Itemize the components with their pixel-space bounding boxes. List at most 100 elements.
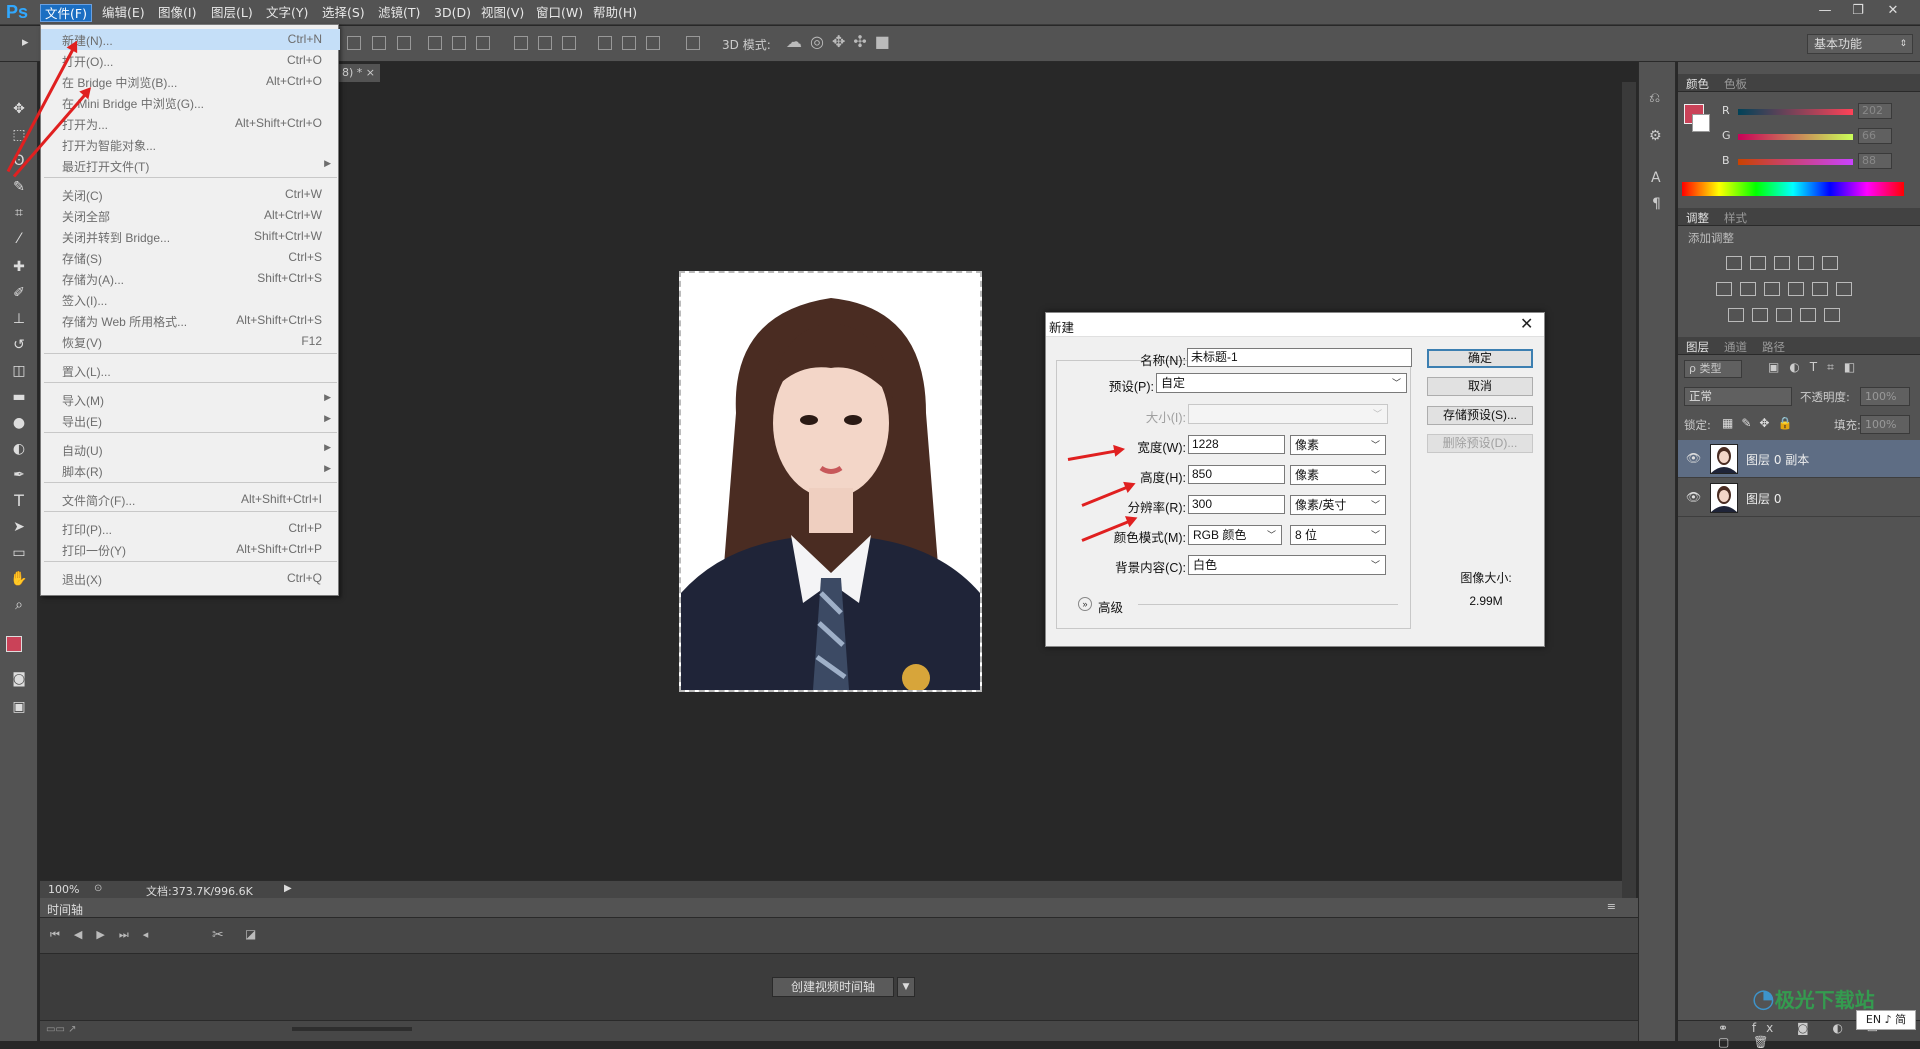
distribute-icon[interactable]	[562, 36, 576, 50]
screen-mode-icon[interactable]: ▣	[6, 696, 32, 718]
tab-styles[interactable]: 样式	[1724, 210, 1747, 226]
visibility-eye-icon[interactable]: 👁	[1686, 490, 1701, 504]
height-input[interactable]: 850	[1188, 465, 1285, 484]
align-icon[interactable]	[397, 36, 411, 50]
eraser-tool-icon[interactable]: ◫	[6, 360, 32, 382]
resolution-unit-select[interactable]: 像素/英寸 ﹀	[1290, 495, 1386, 515]
history-icon[interactable]: ⎌	[1649, 90, 1660, 106]
type-tool-icon[interactable]: T	[6, 490, 32, 512]
g-slider[interactable]	[1738, 134, 1853, 140]
align-icon[interactable]	[476, 36, 490, 50]
ime-indicator[interactable]: EN ♪ 简	[1856, 1010, 1916, 1030]
b-value[interactable]: 88	[1858, 153, 1892, 169]
cancel-button[interactable]: 取消	[1427, 377, 1533, 396]
distribute-icon[interactable]	[514, 36, 528, 50]
save-preset-button[interactable]: 存储预设(S)...	[1427, 406, 1533, 425]
hand-tool-icon[interactable]: ✋	[6, 568, 32, 590]
curves-icon[interactable]	[1774, 256, 1790, 270]
color-lookup-icon[interactable]	[1836, 282, 1852, 296]
posterize-icon[interactable]	[1752, 308, 1768, 322]
layer-row[interactable]: 👁 图层 0	[1678, 479, 1920, 517]
properties-icon[interactable]: ⚙	[1649, 128, 1662, 144]
file-menu-item[interactable]: 自动(U) ▶	[41, 439, 340, 460]
distribute-icon[interactable]	[622, 36, 636, 50]
opacity-input[interactable]: 100%	[1860, 387, 1910, 406]
advanced-expand-icon[interactable]: »	[1078, 597, 1092, 611]
selective-color-icon[interactable]	[1800, 308, 1816, 322]
menu-0[interactable]: 文件(F)	[40, 4, 92, 22]
auto-align-icon[interactable]	[686, 36, 700, 50]
b-slider[interactable]	[1738, 159, 1853, 165]
move-tool-icon[interactable]: ✥	[6, 98, 32, 120]
minimize-button[interactable]: —	[1812, 1, 1838, 21]
threshold-icon[interactable]	[1776, 308, 1792, 322]
foreground-color-swatch[interactable]	[6, 636, 22, 652]
file-menu-item[interactable]: 关闭并转到 Bridge... Shift+Ctrl+W	[41, 226, 340, 247]
file-menu-item[interactable]: 关闭(C) Ctrl+W	[41, 184, 340, 205]
file-menu-item[interactable]: 打印(P)... Ctrl+P	[41, 518, 340, 539]
file-menu-item[interactable]: 打开为智能对象...	[41, 134, 340, 155]
color-mode-select[interactable]: RGB 颜色 ﹀	[1188, 525, 1282, 545]
menu-8[interactable]: 视图(V)	[477, 4, 528, 22]
menu-5[interactable]: 选择(S)	[318, 4, 369, 22]
blend-mode-select[interactable]: 正常	[1684, 387, 1792, 406]
file-menu-item[interactable]: 脚本(R) ▶	[41, 460, 340, 481]
brightness-icon[interactable]	[1726, 256, 1742, 270]
layer-row[interactable]: 👁 图层 0 副本	[1678, 440, 1920, 478]
height-unit-select[interactable]: 像素 ﹀	[1290, 465, 1386, 485]
history-brush-tool-icon[interactable]: ↺	[6, 334, 32, 356]
distribute-icon[interactable]	[598, 36, 612, 50]
file-menu-item[interactable]: 恢复(V) F12	[41, 331, 340, 352]
file-menu-item[interactable]: 签入(I)...	[41, 289, 340, 310]
dialog-close-icon[interactable]: ✕	[1520, 314, 1533, 334]
file-menu-item[interactable]: 存储(S) Ctrl+S	[41, 247, 340, 268]
character-icon[interactable]: A	[1651, 170, 1661, 186]
r-value[interactable]: 202	[1858, 103, 1892, 119]
channel-mixer-icon[interactable]	[1812, 282, 1828, 296]
close-window-button[interactable]: ✕	[1880, 1, 1906, 21]
frame-icon[interactable]: ▭▭ ↗	[46, 1024, 76, 1035]
clone-stamp-tool-icon[interactable]: ⊥	[6, 308, 32, 330]
workspace-select[interactable]: 基本功能 ⇕	[1807, 34, 1913, 54]
menu-4[interactable]: 文字(Y)	[262, 4, 312, 22]
g-value[interactable]: 66	[1858, 128, 1892, 144]
tab-channels[interactable]: 通道	[1724, 339, 1747, 355]
file-menu-item[interactable]: 导入(M) ▶	[41, 389, 340, 410]
panel-menu-icon[interactable]: ≡	[1607, 900, 1616, 913]
color-spectrum[interactable]	[1682, 182, 1904, 196]
preset-select[interactable]: 自定 ﹀	[1156, 373, 1407, 393]
layer-name[interactable]: 图层 0	[1746, 490, 1781, 507]
tab-adjustments[interactable]: 调整	[1686, 210, 1709, 226]
file-menu-item[interactable]: 文件简介(F)... Alt+Shift+Ctrl+I	[41, 489, 340, 510]
timeline-dropdown-icon[interactable]: ▼	[897, 977, 915, 997]
status-icon[interactable]: ⊙	[94, 883, 102, 894]
color-balance-icon[interactable]	[1740, 282, 1756, 296]
file-menu-item[interactable]: 导出(E) ▶	[41, 410, 340, 431]
width-input[interactable]: 1228	[1188, 435, 1285, 454]
transition-icon[interactable]: ◪	[245, 927, 256, 941]
menu-2[interactable]: 图像(I)	[154, 4, 200, 22]
3d-tools-icons[interactable]: ☁◎✥✣■	[786, 32, 898, 51]
quick-mask-icon[interactable]: ◙	[6, 668, 32, 690]
distribute-icon[interactable]	[538, 36, 552, 50]
bit-depth-select[interactable]: 8 位 ﹀	[1290, 525, 1386, 545]
filter-icons[interactable]: ▣◐T⌗◧	[1768, 360, 1865, 375]
dodge-tool-icon[interactable]: ◐	[6, 438, 32, 460]
ok-button[interactable]: 确定	[1427, 349, 1533, 368]
playback-controls-icons[interactable]: ⏮◀▶⏭◂	[50, 928, 162, 942]
file-menu-item[interactable]: 存储为(A)... Shift+Ctrl+S	[41, 268, 340, 289]
document-tab[interactable]: 8) * ×	[338, 64, 380, 82]
timeline-zoom-slider[interactable]	[292, 1027, 412, 1031]
file-menu-item[interactable]: 打开(O)... Ctrl+O	[41, 50, 340, 71]
zoom-tool-icon[interactable]: ⌕	[6, 594, 32, 616]
menu-7[interactable]: 3D(D)	[430, 4, 475, 22]
zoom-level[interactable]: 100%	[48, 883, 79, 896]
timeline-title[interactable]: 时间轴	[47, 901, 83, 918]
eyedropper-tool-icon[interactable]: ⁄	[6, 228, 32, 250]
menu-1[interactable]: 编辑(E)	[98, 4, 149, 22]
file-menu-item[interactable]: 置入(L)...	[41, 360, 340, 381]
lock-icons[interactable]: ▦✎✥🔒	[1722, 416, 1800, 430]
resolution-input[interactable]: 300	[1188, 495, 1285, 514]
bg-color-chip[interactable]	[1692, 114, 1710, 132]
file-menu-item[interactable]: 最近打开文件(T) ▶	[41, 155, 340, 176]
